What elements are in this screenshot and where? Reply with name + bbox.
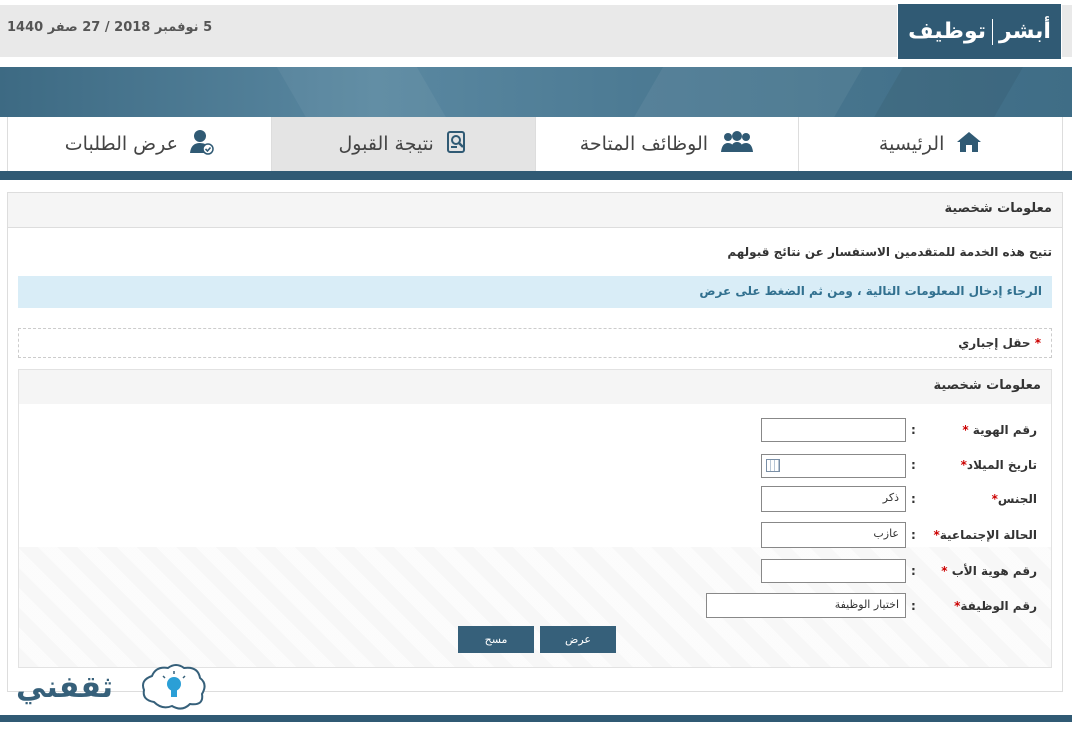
- user-check-icon: [189, 129, 214, 160]
- watermark-brand: ثقفني: [12, 660, 212, 720]
- logo-tawzif: توظيف: [908, 19, 987, 44]
- nav-item-available-jobs[interactable]: الوظائف المتاحة: [534, 117, 799, 171]
- colon: :: [911, 458, 916, 472]
- colon: :: [911, 599, 916, 613]
- search-document-icon: [446, 130, 468, 159]
- job-number-label: رقم الوظيفة*: [954, 599, 1037, 613]
- gender-label: الجنس*: [991, 492, 1037, 506]
- clear-button[interactable]: مسح: [458, 626, 534, 653]
- nav-item-view-applications[interactable]: عرض الطلبات: [8, 117, 271, 171]
- calendar-icon[interactable]: [766, 459, 780, 472]
- colon: :: [911, 423, 916, 437]
- nav-item-view-applications-label: عرض الطلبات: [64, 133, 178, 155]
- nav-item-home-label: الرئيسية: [878, 133, 945, 155]
- header-banner: [0, 67, 1072, 117]
- site-logo[interactable]: أبشر توظيف: [897, 3, 1062, 60]
- colon: :: [911, 492, 916, 506]
- required-field-note: * حقل إجباري: [18, 328, 1052, 358]
- nav-underline: [0, 171, 1072, 180]
- marital-status-label: الحالة الإجتماعية*: [933, 528, 1037, 542]
- colon: :: [911, 528, 916, 542]
- service-intro-text: تتيح هذه الخدمة للمتقدمين الاستفسار عن ن…: [727, 245, 1052, 259]
- instruction-alert: الرجاء إدخال المعلومات التالية ، ومن ثم …: [18, 276, 1052, 308]
- submit-button[interactable]: عرض: [540, 626, 616, 653]
- personal-info-panel: معلومات شخصية تتيح هذه الخدمة للمتقدمين …: [7, 192, 1063, 692]
- birth-date-input[interactable]: [761, 454, 906, 478]
- gender-select[interactable]: ذكر: [761, 486, 906, 512]
- home-icon: [956, 130, 982, 159]
- footer-bottom: [0, 722, 1072, 732]
- watermark-brand-text: ثقفني: [16, 670, 114, 705]
- national-id-input[interactable]: [761, 418, 906, 442]
- logo-absher: أبشر: [999, 19, 1051, 44]
- logo-separator: [992, 18, 994, 45]
- nav-item-home[interactable]: الرئيسية: [798, 117, 1062, 171]
- nav-item-acceptance-result[interactable]: نتيجة القبول: [270, 117, 535, 171]
- current-date: 5 نوفمبر 2018 / 27 صفر 1440: [7, 20, 213, 35]
- father-id-label: رقم هوية الأب *: [941, 564, 1037, 578]
- nav-item-available-jobs-label: الوظائف المتاحة: [579, 133, 709, 155]
- national-id-label: رقم الهوية *: [962, 423, 1037, 437]
- top-bar: 5 نوفمبر 2018 / 27 صفر 1440 أبشر توظيف: [0, 0, 1072, 62]
- required-star: *: [1034, 336, 1041, 350]
- panel-title: معلومات شخصية: [8, 193, 1062, 228]
- colon: :: [911, 564, 916, 578]
- users-group-icon: [720, 130, 754, 159]
- personal-info-form: معلومات شخصية: [18, 369, 1052, 668]
- lightbulb-icon: [142, 664, 206, 710]
- birth-date-label: تاريخ الميلاد*: [960, 458, 1037, 472]
- father-id-input[interactable]: [761, 559, 906, 583]
- job-select[interactable]: اختيار الوظيفة: [706, 593, 906, 618]
- nav-item-acceptance-result-label: نتيجة القبول: [338, 133, 434, 155]
- form-title: معلومات شخصية: [19, 370, 1051, 404]
- required-note-text: حقل إجباري: [958, 336, 1031, 350]
- marital-status-select[interactable]: عازب: [761, 522, 906, 548]
- footer-bar: [0, 715, 1072, 722]
- main-nav: الرئيسية الوظائف المتاحة نتيجة القبول عر…: [7, 117, 1063, 171]
